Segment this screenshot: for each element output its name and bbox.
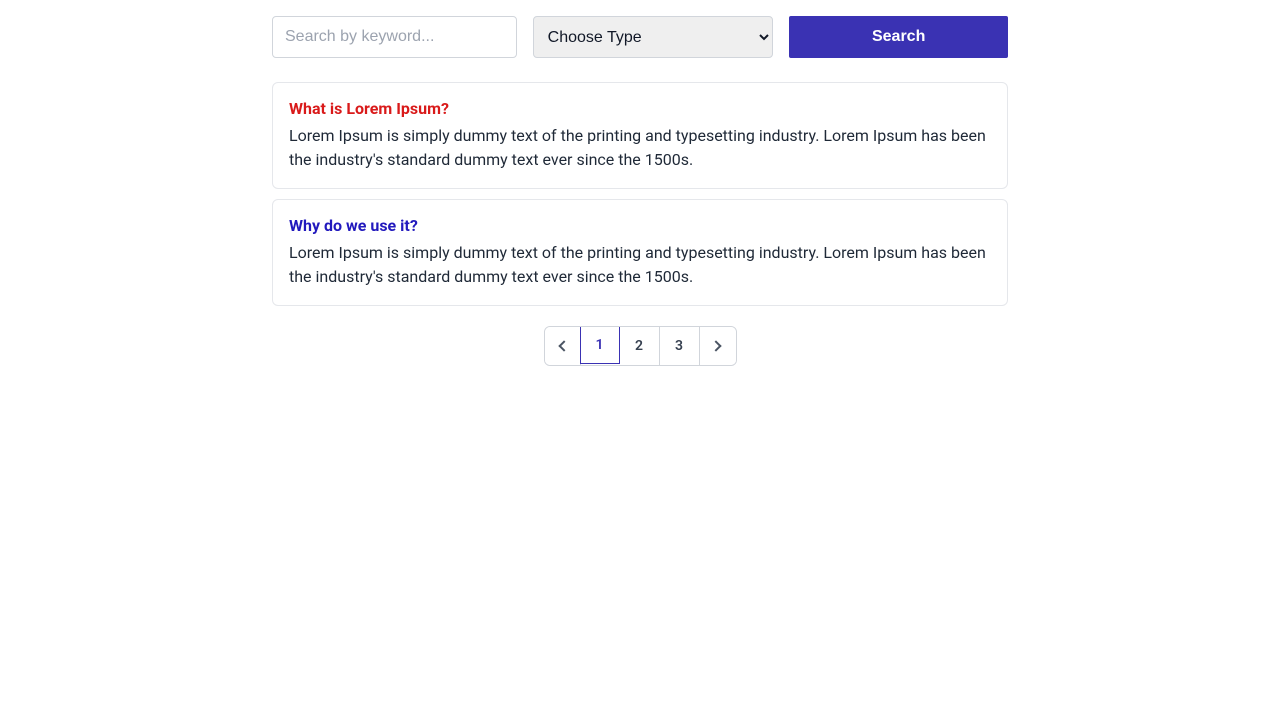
result-body: Lorem Ipsum is simply dummy text of the …	[289, 241, 991, 289]
page-prev-button[interactable]	[545, 327, 581, 365]
page-number-2[interactable]: 2	[620, 327, 660, 365]
result-card: What is Lorem Ipsum? Lorem Ipsum is simp…	[272, 82, 1008, 189]
page-next-button[interactable]	[700, 327, 736, 365]
page-list: 1 2 3	[544, 326, 737, 366]
search-button[interactable]: Search	[789, 16, 1008, 58]
page-number-1[interactable]: 1	[580, 326, 620, 364]
pagination: 1 2 3	[272, 326, 1008, 366]
type-select[interactable]: Choose Type	[533, 16, 774, 58]
search-bar: Choose Type Search	[272, 16, 1008, 58]
chevron-left-icon	[558, 340, 569, 351]
result-title-link[interactable]: Why do we use it?	[289, 216, 991, 235]
page-number-3[interactable]: 3	[660, 327, 700, 365]
result-title-link[interactable]: What is Lorem Ipsum?	[289, 99, 991, 118]
result-card: Why do we use it? Lorem Ipsum is simply …	[272, 199, 1008, 306]
search-input[interactable]	[272, 16, 517, 58]
result-body: Lorem Ipsum is simply dummy text of the …	[289, 124, 991, 172]
chevron-right-icon	[710, 340, 721, 351]
